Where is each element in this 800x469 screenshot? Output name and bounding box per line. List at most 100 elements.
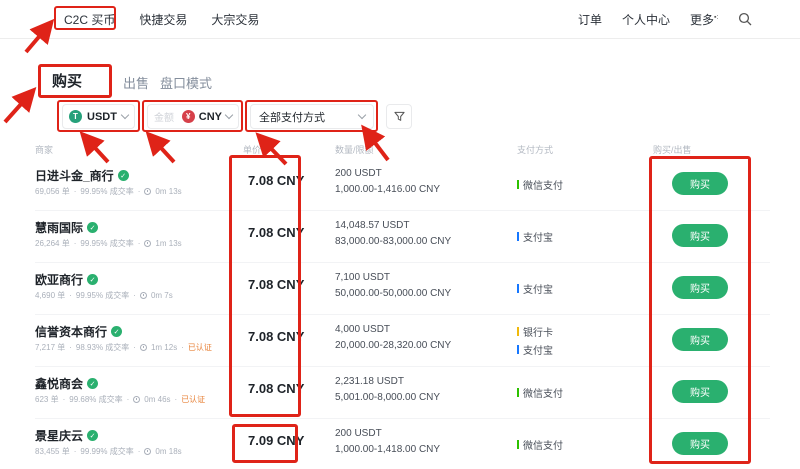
payment-method: 支付宝: [517, 342, 553, 357]
offer-list: 日进斗金_商行 ✓ 69,056 单 · 99.95% 成交率 · 0m 13s…: [0, 0, 800, 469]
stats-separator: ·: [133, 343, 136, 352]
buy-button[interactable]: 购买: [672, 276, 728, 299]
payment-label: 微信支付: [523, 437, 563, 452]
release-time: 0m 46s: [144, 395, 170, 404]
release-time: 0m 18s: [155, 447, 181, 456]
orders-count: 4,690 单: [35, 290, 65, 301]
release-time: 1m 13s: [155, 239, 181, 248]
verified-icon: ✓: [87, 378, 98, 389]
merchant-cell: 慧雨国际 ✓: [35, 219, 98, 236]
payment-label: 微信支付: [523, 177, 563, 192]
release-time: 0m 7s: [151, 291, 173, 300]
available-amount: 7,100 USDT: [335, 270, 451, 286]
c2c-trading-page: C2C 买币 快捷交易 大宗交易 订单 个人中心 更多▪: 购买 出售 盘口模式…: [0, 0, 800, 469]
clock-icon: [144, 240, 151, 247]
offer-row: 鑫悦商会 ✓ 623 单 · 99.68% 成交率 · 0m 46s ·已认证 …: [35, 366, 770, 419]
amount-cell: 7,100 USDT 50,000.00-50,000.00 CNY: [335, 270, 451, 302]
merchant-stats: 26,264 单 · 99.95% 成交率 · 1m 13s: [35, 238, 182, 249]
available-amount: 14,048.57 USDT: [335, 218, 451, 234]
price-value: 7.08 CNY: [248, 381, 328, 396]
completion-rate: 99.68% 成交率: [69, 394, 122, 405]
stats-separator: ·: [133, 291, 136, 300]
orders-count: 623 单: [35, 394, 59, 405]
offer-row: 慧雨国际 ✓ 26,264 单 · 99.95% 成交率 · 1m 13s 7.…: [35, 210, 770, 263]
clock-icon: [144, 448, 151, 455]
available-amount: 200 USDT: [335, 426, 440, 442]
amount-cell: 14,048.57 USDT 83,000.00-83,000.00 CNY: [335, 218, 451, 250]
payment-methods: 银行卡支付宝: [517, 314, 553, 366]
payment-color-bar: [517, 327, 519, 336]
merchant-stats: 69,056 单 · 99.95% 成交率 · 0m 13s: [35, 186, 182, 197]
stats-separator: ·: [74, 447, 77, 456]
limit-range: 5,001.00-8,000.00 CNY: [335, 390, 440, 406]
merchant-name[interactable]: 景星庆云: [35, 427, 83, 444]
release-time: 1m 12s: [151, 343, 177, 352]
stats-separator: ·: [175, 395, 178, 404]
merchant-cell: 景星庆云 ✓: [35, 427, 98, 444]
merchant-cell: 日进斗金_商行 ✓: [35, 167, 129, 184]
stats-separator: ·: [138, 187, 141, 196]
stats-separator: ·: [69, 291, 72, 300]
merchant-tag: 已认证: [181, 394, 205, 405]
limit-range: 83,000.00-83,000.00 CNY: [335, 234, 451, 250]
payment-label: 支付宝: [523, 281, 553, 296]
payment-methods: 支付宝: [517, 210, 553, 262]
buy-button[interactable]: 购买: [672, 224, 728, 247]
verified-icon: ✓: [111, 326, 122, 337]
payment-methods: 微信支付: [517, 418, 563, 469]
payment-color-bar: [517, 180, 519, 189]
merchant-name[interactable]: 欧亚商行: [35, 271, 83, 288]
stats-separator: ·: [127, 395, 130, 404]
verified-icon: ✓: [87, 430, 98, 441]
clock-icon: [140, 292, 147, 299]
available-amount: 2,231.18 USDT: [335, 374, 440, 390]
payment-color-bar: [517, 388, 519, 397]
offer-row: 信誉资本商行 ✓ 7,217 单 · 98.93% 成交率 · 1m 12s ·…: [35, 314, 770, 367]
merchant-name[interactable]: 鑫悦商会: [35, 375, 83, 392]
limit-range: 50,000.00-50,000.00 CNY: [335, 286, 451, 302]
stats-separator: ·: [181, 343, 184, 352]
payment-color-bar: [517, 232, 519, 241]
merchant-cell: 信誉资本商行 ✓: [35, 323, 122, 340]
payment-color-bar: [517, 440, 519, 449]
payment-methods: 微信支付: [517, 158, 563, 210]
buy-button[interactable]: 购买: [672, 172, 728, 195]
payment-color-bar: [517, 345, 519, 354]
available-amount: 4,000 USDT: [335, 322, 451, 338]
price-value: 7.08 CNY: [248, 329, 328, 344]
merchant-name[interactable]: 慧雨国际: [35, 219, 83, 236]
payment-label: 支付宝: [523, 229, 553, 244]
payment-method: 微信支付: [517, 437, 563, 452]
payment-label: 银行卡: [523, 324, 553, 339]
limit-range: 1,000.00-1,416.00 CNY: [335, 182, 440, 198]
buy-button[interactable]: 购买: [672, 328, 728, 351]
payment-method: 支付宝: [517, 229, 553, 244]
payment-method: 微信支付: [517, 177, 563, 192]
merchant-tag: 已认证: [188, 342, 212, 353]
completion-rate: 99.95% 成交率: [80, 186, 133, 197]
merchant-stats: 623 单 · 99.68% 成交率 · 0m 46s ·已认证: [35, 394, 205, 405]
offer-row: 欧亚商行 ✓ 4,690 单 · 99.95% 成交率 · 0m 7s 7.08…: [35, 262, 770, 315]
payment-method: 银行卡: [517, 324, 553, 339]
price-value: 7.09 CNY: [248, 433, 328, 448]
amount-cell: 200 USDT 1,000.00-1,418.00 CNY: [335, 426, 440, 458]
orders-count: 83,455 单: [35, 446, 70, 457]
limit-range: 1,000.00-1,418.00 CNY: [335, 442, 440, 458]
merchant-stats: 83,455 单 · 99.99% 成交率 · 0m 18s: [35, 446, 182, 457]
buy-button[interactable]: 购买: [672, 380, 728, 403]
orders-count: 69,056 单: [35, 186, 70, 197]
merchant-name[interactable]: 信誉资本商行: [35, 323, 107, 340]
payment-method: 微信支付: [517, 385, 563, 400]
buy-button[interactable]: 购买: [672, 432, 728, 455]
orders-count: 26,264 单: [35, 238, 70, 249]
limit-range: 20,000.00-28,320.00 CNY: [335, 338, 451, 354]
offer-row: 景星庆云 ✓ 83,455 单 · 99.99% 成交率 · 0m 18s 7.…: [35, 418, 770, 469]
merchant-stats: 7,217 单 · 98.93% 成交率 · 1m 12s ·已认证: [35, 342, 212, 353]
release-time: 0m 13s: [155, 187, 181, 196]
price-value: 7.08 CNY: [248, 173, 328, 188]
available-amount: 200 USDT: [335, 166, 440, 182]
merchant-name[interactable]: 日进斗金_商行: [35, 167, 114, 184]
stats-separator: ·: [74, 187, 77, 196]
stats-separator: ·: [138, 447, 141, 456]
completion-rate: 99.95% 成交率: [76, 290, 129, 301]
